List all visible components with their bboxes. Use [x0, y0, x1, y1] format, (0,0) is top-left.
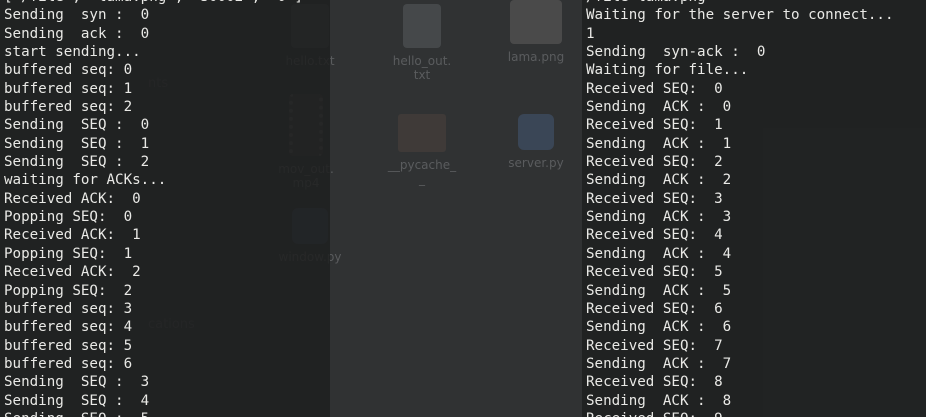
terminal-line: Sending SEQ : 0 — [4, 117, 150, 134]
terminal-line: Popping SEQ: 1 — [4, 245, 133, 262]
terminal-line: Sending SEQ : 4 — [4, 392, 150, 409]
terminal-line: buffered seq: 4 — [4, 319, 133, 336]
desktop-icon-lama-png[interactable]: lama.png — [486, 0, 586, 64]
terminal-line: Popping SEQ: 0 — [4, 209, 133, 226]
terminal-line: Received SEQ: 8 — [586, 374, 723, 391]
terminal-line: Sending ACK : 5 — [586, 282, 732, 299]
terminal-line: buffered seq: 6 — [4, 355, 133, 372]
terminal-window-client[interactable]: [ /file , lama.png , 50002 , 0 ]Sending … — [0, 0, 330, 417]
terminal-line: Received SEQ: 6 — [586, 300, 723, 317]
terminal-line: Received SEQ: 3 — [586, 190, 723, 207]
desktop-icon-label: __pycache_ _ — [387, 158, 457, 186]
terminal-line: Received SEQ: 4 — [586, 227, 723, 244]
terminal-line: Sending ACK : 0 — [586, 99, 732, 116]
terminal-line: 1 — [586, 25, 595, 42]
terminal-output-client: [ /file , lama.png , 50002 , 0 ]Sending … — [4, 0, 303, 417]
terminal-window-server[interactable]: /file lama.pngWaiting for the server to … — [582, 0, 926, 417]
desktop-icon-label: lama.png — [507, 50, 565, 64]
terminal-line: Popping SEQ: 2 — [4, 282, 133, 299]
image-file-icon — [510, 0, 562, 44]
terminal-line: buffered seq: 2 — [4, 99, 133, 116]
terminal-line: Received ACK: 2 — [4, 264, 141, 281]
terminal-output-server: /file lama.pngWaiting for the server to … — [586, 0, 894, 417]
terminal-line: Sending SEQ : 2 — [4, 154, 150, 171]
terminal-line: buffered seq: 3 — [4, 300, 133, 317]
terminal-line: Sending syn : 0 — [4, 7, 150, 24]
desktop-icon-label: server.py — [508, 156, 564, 170]
terminal-line: Sending SEQ : 5 — [4, 410, 303, 417]
terminal-line: Received SEQ: 0 — [586, 80, 723, 97]
terminal-line: waiting for ACKs... — [4, 172, 167, 189]
terminal-line: Sending syn-ack : 0 — [586, 44, 766, 61]
text-file-icon — [403, 4, 441, 48]
desktop-icon-hello-out-txt[interactable]: hello_out. txt — [372, 4, 472, 82]
terminal-line: buffered seq: 5 — [4, 337, 133, 354]
desktop-icon-server-py[interactable]: server.py — [486, 114, 586, 170]
terminal-line: Received ACK: 1 — [4, 227, 141, 244]
terminal-line: Sending ACK : 2 — [586, 172, 732, 189]
terminal-line: Waiting for the server to connect... — [586, 7, 894, 24]
terminal-line: Sending ack : 0 — [4, 25, 150, 42]
terminal-line: Sending SEQ : 1 — [4, 135, 150, 152]
terminal-line: Received SEQ: 1 — [586, 117, 723, 134]
terminal-line: Sending ACK : 6 — [586, 319, 732, 336]
terminal-line: buffered seq: 1 — [4, 80, 133, 97]
terminal-line: Sending ACK : 3 — [586, 209, 732, 226]
terminal-line: Sending ACK : 8 — [586, 392, 732, 409]
folder-icon — [398, 114, 446, 152]
terminal-line: Received SEQ: 5 — [586, 264, 723, 281]
terminal-line: buffered seq: 0 — [4, 62, 133, 79]
terminal-line: Received ACK: 0 — [4, 190, 141, 207]
terminal-line: start sending... — [4, 44, 141, 61]
terminal-line: Sending ACK : 1 — [586, 135, 732, 152]
terminal-line: Sending ACK : 4 — [586, 245, 732, 262]
python-file-icon — [518, 114, 554, 150]
terminal-line: Sending ACK : 7 — [586, 355, 732, 372]
terminal-line: Sending SEQ : 3 — [4, 374, 150, 391]
desktop-icon-label: hello_out. txt — [392, 54, 452, 82]
desktop-icon-pycache[interactable]: __pycache_ _ — [372, 114, 472, 186]
terminal-line: Received SEQ: 2 — [586, 154, 723, 171]
terminal-line: Received SEQ: 7 — [586, 337, 723, 354]
terminal-line: Received SEQ: 9 — [586, 410, 894, 417]
terminal-line: Waiting for file... — [586, 62, 749, 79]
